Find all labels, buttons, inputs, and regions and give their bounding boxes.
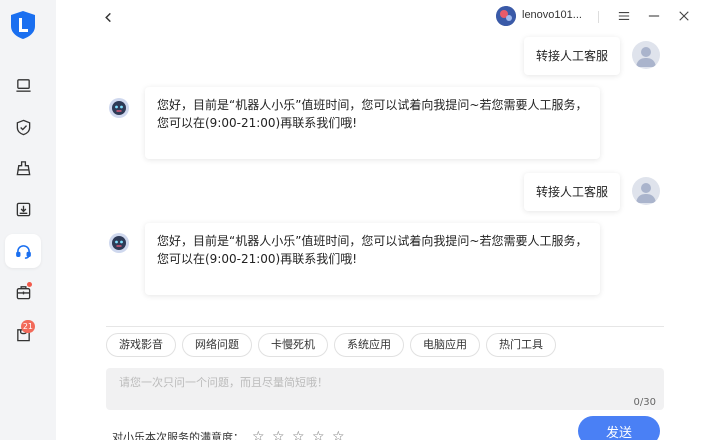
chip-games-media[interactable]: 游戏影音	[106, 333, 176, 357]
star-icon[interactable]: ☆	[332, 430, 346, 440]
send-button[interactable]: 发送	[578, 416, 660, 440]
sidebar-item-device[interactable]	[5, 68, 41, 102]
laptop-icon	[15, 78, 31, 92]
app-logo-icon	[9, 10, 37, 40]
bot-avatar-icon	[108, 232, 130, 254]
bot-message: 您好，目前是“机器人小乐”值班时间，您可以试着向我提问~若您需要人工服务， 您可…	[145, 223, 600, 295]
rating-label: 对小乐本次服务的满意度：	[112, 431, 244, 440]
back-button[interactable]	[100, 9, 116, 25]
user-message: 转接人工客服	[523, 173, 620, 211]
bot-message: 您好，目前是“机器人小乐”值班时间，您可以试着向我提问~若您需要人工服务， 您可…	[145, 87, 600, 159]
sidebar: 21	[0, 0, 46, 440]
shield-check-icon	[16, 119, 30, 135]
rating-row: 对小乐本次服务的满意度： ☆ ☆ ☆ ☆ ☆	[112, 429, 346, 440]
cleanup-icon	[16, 160, 30, 175]
avatar	[632, 41, 660, 69]
sidebar-item-service[interactable]	[5, 234, 41, 268]
sidebar-item-cleanup[interactable]	[5, 151, 41, 185]
message-input[interactable]	[106, 368, 664, 410]
divider	[598, 11, 599, 23]
message-input-container: 0/30	[106, 368, 664, 410]
cart-count-badge: 21	[20, 320, 35, 333]
bot-message-line: 您好，目前是“机器人小乐”值班时间，您可以试着向我提问~若您需要人工服务，	[157, 234, 588, 248]
quick-topics: 游戏影音 网络问题 卡慢死机 系统应用 电脑应用 热门工具	[106, 333, 556, 357]
chat-panel: lenovo101... 转接人工客服 您好，目前是“机器人小乐”值班时间，您可…	[56, 0, 702, 440]
minimize-button[interactable]	[646, 8, 662, 24]
hamburger-menu-icon	[618, 12, 630, 20]
user-avatar-icon	[636, 47, 656, 67]
user-message: 转接人工客服	[523, 37, 620, 75]
sidebar-item-security[interactable]	[5, 110, 41, 144]
bot-message-line: 您好，目前是“机器人小乐”值班时间，您可以试着向我提问~若您需要人工服务，	[157, 98, 588, 112]
star-icon[interactable]: ☆	[312, 430, 326, 440]
user-avatar[interactable]	[496, 6, 516, 26]
bot-avatar-icon	[108, 97, 130, 119]
chevron-left-icon	[104, 12, 111, 22]
bot-message-line: 您可以在(9:00-21:00)再联系我们哦!	[157, 116, 358, 130]
char-counter: 0/30	[633, 397, 656, 408]
star-rating: ☆ ☆ ☆ ☆ ☆	[252, 430, 346, 440]
close-button[interactable]	[676, 8, 692, 24]
divider	[106, 326, 664, 327]
chip-slow-freeze[interactable]: 卡慢死机	[258, 333, 328, 357]
user-avatar-icon	[636, 183, 656, 203]
star-icon[interactable]: ☆	[272, 430, 286, 440]
close-icon	[679, 11, 689, 21]
minimize-icon	[648, 15, 660, 17]
sidebar-item-shop[interactable]: 21	[5, 317, 41, 351]
chip-pc-apps[interactable]: 电脑应用	[410, 333, 480, 357]
sidebar-item-driver[interactable]	[5, 192, 41, 226]
chip-network[interactable]: 网络问题	[182, 333, 252, 357]
sidebar-item-toolbox[interactable]	[5, 275, 41, 309]
star-icon[interactable]: ☆	[252, 430, 266, 440]
chip-hot-tools[interactable]: 热门工具	[486, 333, 556, 357]
menu-button[interactable]	[616, 8, 632, 24]
star-icon[interactable]: ☆	[292, 430, 306, 440]
bot-message-line: 您可以在(9:00-21:00)再联系我们哦!	[157, 252, 358, 266]
title-bar: lenovo101...	[56, 0, 702, 34]
user-name[interactable]: lenovo101...	[522, 9, 582, 21]
avatar	[632, 177, 660, 205]
headset-icon	[15, 244, 31, 259]
download-box-icon	[16, 202, 30, 216]
chip-system-apps[interactable]: 系统应用	[334, 333, 404, 357]
notification-dot	[27, 282, 32, 287]
